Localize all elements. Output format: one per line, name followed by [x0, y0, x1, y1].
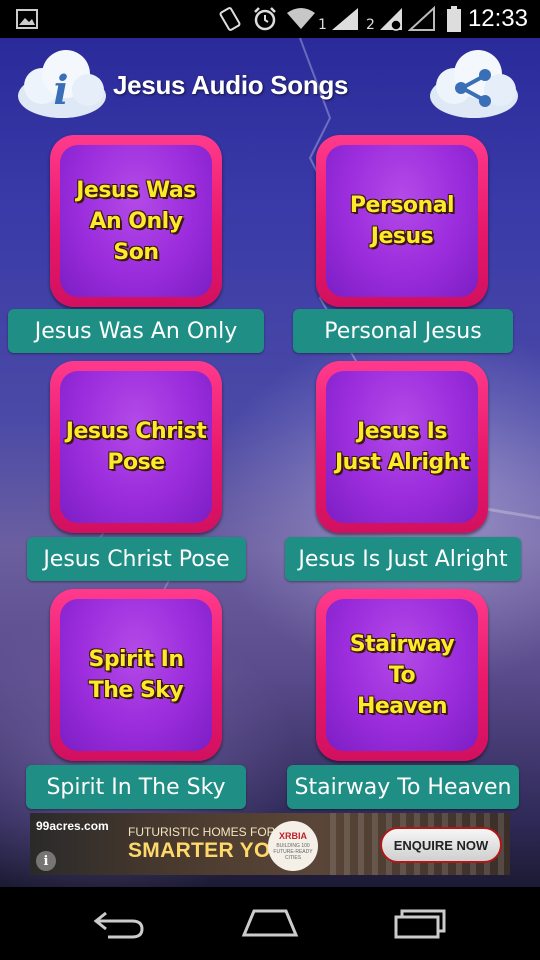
recents-icon: [394, 909, 446, 939]
song-tile[interactable]: Jesus Christ Pose: [50, 361, 222, 533]
song-tile[interactable]: Jesus Is Just Alright: [316, 361, 488, 533]
song-label[interactable]: Jesus Was An Only: [8, 309, 264, 353]
back-icon: [93, 911, 144, 939]
song-tile-text: Personal Jesus: [349, 193, 455, 249]
vibrate-icon: [218, 0, 242, 38]
song-tile-text: Jesus Is Just Alright: [334, 419, 470, 475]
ad-brand-name: XRBIA: [278, 831, 307, 841]
ad-line2: SMARTER YOU: [128, 839, 287, 862]
alarm-icon: [252, 0, 278, 38]
song-label[interactable]: Spirit In The Sky: [26, 765, 246, 809]
ad-info-icon[interactable]: i: [36, 851, 56, 871]
signal-icon: [330, 0, 360, 38]
share-button[interactable]: [426, 44, 522, 124]
home-button[interactable]: [230, 897, 310, 949]
song-label[interactable]: Jesus Christ Pose: [27, 537, 246, 581]
share-cloud-icon: [430, 50, 518, 118]
back-button[interactable]: [80, 897, 160, 949]
ad-site-logo: 99acres.com: [36, 819, 109, 833]
navigation-bar: [0, 887, 540, 960]
song-tile-text: Spirit In The Sky: [88, 647, 184, 703]
song-tile-text: Jesus Christ Pose: [65, 419, 207, 475]
ad-brand-logo: XRBIA BUILDING 100 FUTURE-READY CITIES: [268, 821, 318, 871]
signal-icon: [408, 0, 436, 38]
song-label[interactable]: Jesus Is Just Alright: [285, 537, 521, 581]
song-label[interactable]: Personal Jesus: [293, 309, 513, 353]
page-title: Jesus Audio Songs: [113, 70, 349, 100]
ad-line1: FUTURISTIC HOMES FOR A: [128, 825, 287, 839]
song-tile[interactable]: Stairway To Heaven: [316, 589, 488, 761]
info-button[interactable]: i: [14, 44, 110, 124]
enquire-now-button[interactable]: ENQUIRE NOW: [380, 827, 502, 863]
home-icon: [241, 909, 299, 937]
recents-button[interactable]: [380, 897, 460, 949]
app-screen: i Jesus Audio Songs Jesus Was An Only So…: [0, 38, 540, 887]
battery-icon: [446, 0, 462, 38]
signal-icon: [378, 0, 404, 38]
status-bar: 1 2 12:33: [0, 0, 540, 38]
ad-banner[interactable]: 99acres.com i FUTURISTIC HOMES FOR A SMA…: [30, 813, 510, 875]
ad-brand-sub: BUILDING 100 FUTURE-READY CITIES: [273, 843, 313, 861]
song-tile-text: Stairway To Heaven: [349, 631, 455, 719]
clock: 12:33: [467, 5, 528, 32]
info-cloud-icon: i: [18, 50, 106, 118]
song-tile[interactable]: Jesus Was An Only Son: [50, 135, 222, 307]
info-glyph: i: [53, 67, 68, 114]
image-icon: [16, 0, 38, 38]
song-tile[interactable]: Personal Jesus: [316, 135, 488, 307]
song-tile-text: Jesus Was An Only Son: [76, 177, 196, 265]
wifi-icon: [286, 0, 316, 38]
song-tile[interactable]: Spirit In The Sky: [50, 589, 222, 761]
song-label[interactable]: Stairway To Heaven: [287, 765, 519, 809]
